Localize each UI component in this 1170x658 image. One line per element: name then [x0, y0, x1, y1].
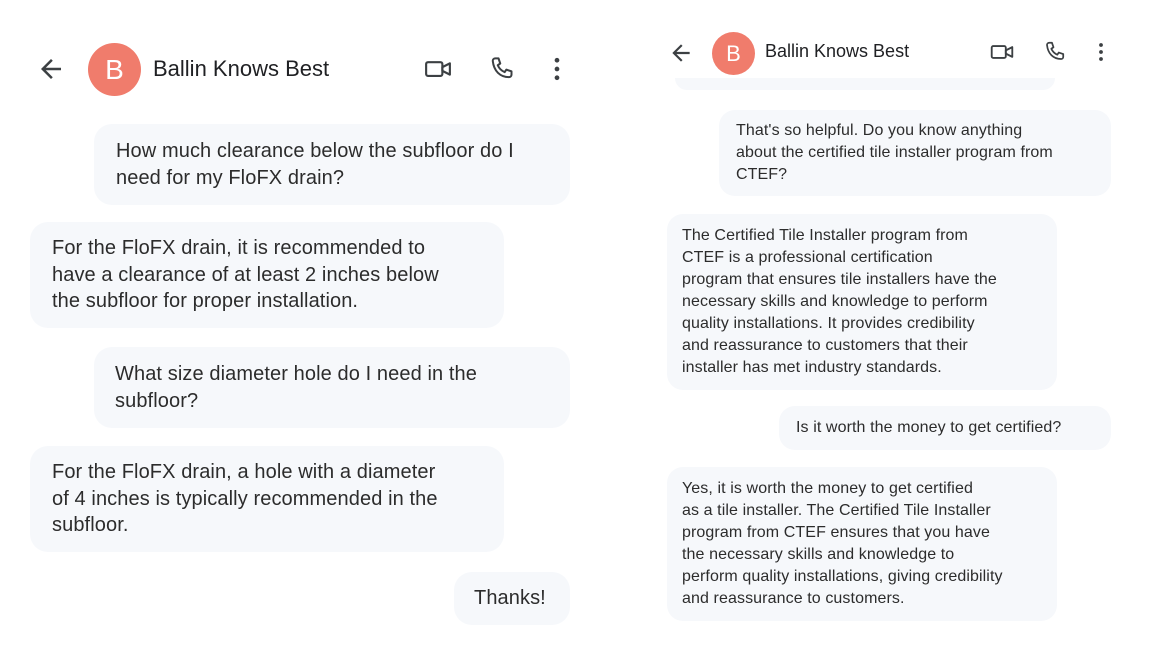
previous-message-edge — [675, 78, 1055, 90]
contact-name[interactable]: Ballin Knows Best — [153, 56, 329, 82]
message-bubble-sent[interactable]: Is it worth the money to get certified? — [779, 406, 1111, 450]
message-bubble-sent[interactable]: What size diameter hole do I need in the… — [94, 347, 570, 428]
message-bubble-received[interactable]: For the FloFX drain, a hole with a diame… — [30, 446, 504, 552]
video-camera-icon[interactable] — [422, 54, 454, 84]
message-bubble-sent[interactable]: How much clearance below the subfloor do… — [94, 124, 570, 205]
avatar[interactable]: B — [712, 32, 755, 75]
chat-header: B Ballin Knows Best — [0, 42, 590, 96]
avatar[interactable]: B — [88, 43, 141, 96]
video-camera-icon[interactable] — [988, 39, 1016, 65]
more-vertical-icon[interactable] — [542, 53, 572, 85]
avatar-initial: B — [105, 53, 124, 85]
message-bubble-sent[interactable]: Thanks! — [454, 572, 570, 625]
avatar-initial: B — [726, 40, 741, 66]
chat-screen-left: B Ballin Knows Best How much clearance b… — [0, 0, 590, 658]
arrow-left-icon[interactable] — [36, 54, 66, 84]
phone-icon[interactable] — [486, 53, 518, 85]
chat-header: B Ballin Knows Best — [655, 30, 1125, 76]
contact-name[interactable]: Ballin Knows Best — [765, 41, 909, 62]
message-bubble-received[interactable]: For the FloFX drain, it is recommended t… — [30, 222, 504, 328]
more-vertical-icon[interactable] — [1089, 38, 1113, 66]
chat-screen-right: B Ballin Knows Best That's so helpful. D… — [655, 0, 1125, 658]
message-bubble-sent[interactable]: That's so helpful. Do you know anything … — [719, 110, 1111, 196]
arrow-left-icon[interactable] — [667, 39, 695, 67]
message-bubble-received[interactable]: Yes, it is worth the money to get certif… — [667, 467, 1057, 621]
message-bubble-received[interactable]: The Certified Tile Installer program fro… — [667, 214, 1057, 390]
phone-icon[interactable] — [1041, 38, 1069, 66]
